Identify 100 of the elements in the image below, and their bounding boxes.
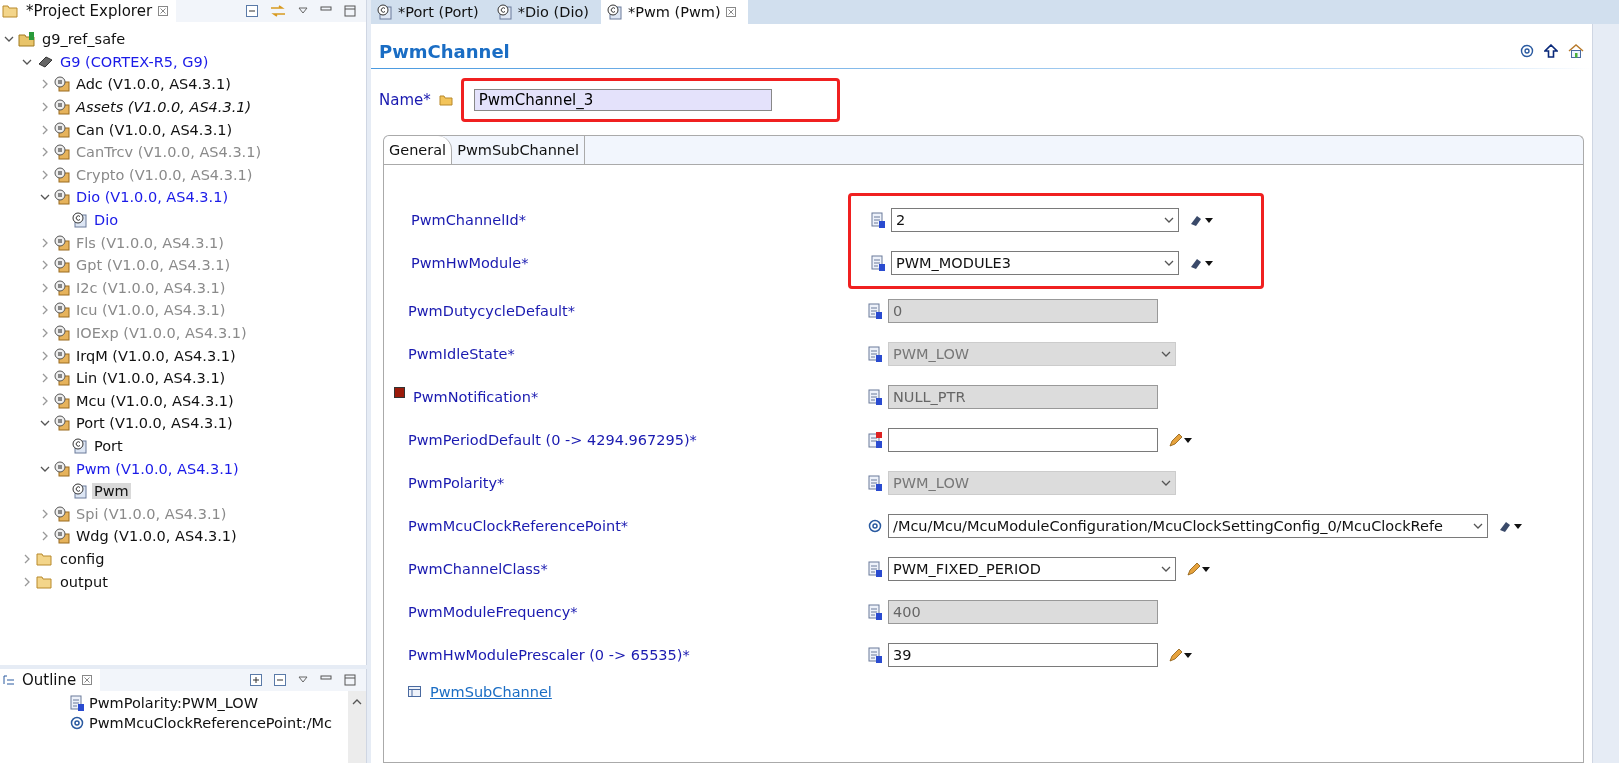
module-icon: [54, 76, 70, 93]
tree-item[interactable]: output: [58, 573, 110, 590]
module-icon: [54, 392, 70, 409]
up-arrow-icon[interactable]: [1544, 44, 1558, 58]
chevron-right-icon[interactable]: [40, 79, 50, 90]
reference-icon: [868, 518, 882, 533]
tree-item[interactable]: Mcu (V1.0.0, AS4.3.1): [74, 392, 236, 409]
tree-item[interactable]: Lin (V1.0.0, AS4.3.1): [74, 370, 228, 387]
outline-item[interactable]: PwmMcuClockReferencePoint:/Mc: [89, 715, 333, 731]
name-input[interactable]: PwmChannel_3: [473, 89, 772, 111]
chevron-right-icon[interactable]: [40, 395, 50, 406]
tree-item[interactable]: Port (V1.0.0, AS4.3.1): [74, 415, 235, 432]
subchannel-link[interactable]: PwmSubChannel: [430, 684, 552, 700]
dropdown-field[interactable]: 2: [891, 207, 1179, 232]
chevron-right-icon[interactable]: [40, 373, 50, 384]
scrollbar[interactable]: [348, 691, 366, 763]
view-tab[interactable]: Outline: [0, 669, 101, 691]
config-file-icon: [377, 4, 393, 20]
dropdown-field[interactable]: /Mcu/Mcu/McuModuleConfiguration/McuClockSettingConfig_0/McuClockRefe: [888, 513, 1488, 538]
number-parameter-icon: [868, 560, 882, 577]
editor-tab[interactable]: *Port (Port): [371, 0, 491, 24]
parameter-label: PwmDutycycleDefault*: [408, 302, 576, 319]
pencil-dropdown-button[interactable]: [1168, 432, 1194, 447]
config-file-icon: [72, 438, 88, 454]
chevron-right-icon[interactable]: [22, 576, 32, 587]
tree-item[interactable]: g9_ref_safe: [40, 31, 128, 48]
chevron-right-icon[interactable]: [40, 350, 50, 361]
maximize-icon[interactable]: [344, 674, 356, 686]
link-arrows-icon[interactable]: [270, 5, 286, 17]
parameter-label: PwmModuleFrequency*: [408, 603, 578, 620]
number-parameter-icon: [871, 254, 885, 271]
module-icon: [54, 325, 70, 341]
module-icon: [54, 166, 70, 183]
config-file-icon: [496, 4, 513, 20]
module-icon: [54, 279, 70, 296]
module-icon: [54, 302, 70, 319]
error-parameter-icon: [868, 431, 882, 448]
tree-item[interactable]: Adc (V1.0.0, AS4.3.1): [74, 76, 233, 93]
form-tab[interactable]: PwmSubChannel: [452, 136, 585, 164]
view-menu-icon[interactable]: [298, 676, 308, 684]
tree-item[interactable]: config: [58, 550, 107, 567]
tree-item[interactable]: Pwm (V1.0.0, AS4.3.1): [74, 460, 241, 477]
close-icon[interactable]: [158, 6, 169, 16]
chevron-right-icon[interactable]: [22, 553, 32, 564]
parameter-label: PwmIdleState*: [408, 345, 515, 362]
tree-item[interactable]: Wdg (V1.0.0, AS4.3.1): [74, 528, 239, 545]
parameter-label: PwmChannelId*: [411, 211, 526, 228]
collapse-all-icon[interactable]: [274, 674, 286, 686]
view-menu-icon[interactable]: [298, 7, 308, 15]
module-icon: [54, 99, 70, 116]
table-icon: [408, 686, 422, 698]
module-icon: [54, 121, 70, 138]
parameter-label: PwmHwModulePrescaler (0 -> 65535)*: [408, 646, 690, 663]
tree-item[interactable]: Dio (V1.0.0, AS4.3.1): [74, 189, 231, 206]
reference-icon: [70, 716, 84, 730]
close-icon[interactable]: [725, 7, 736, 17]
maximize-icon[interactable]: [344, 5, 356, 17]
module-icon: [54, 347, 70, 364]
number-parameter-icon: [871, 211, 885, 228]
module-icon: [54, 257, 70, 274]
pencil-dropdown-button[interactable]: [1168, 647, 1194, 662]
scroll-up-icon[interactable]: [352, 699, 362, 705]
chevron-right-icon[interactable]: [40, 124, 50, 135]
tree-item[interactable]: Can (V1.0.0, AS4.3.1): [74, 121, 235, 138]
project-folder-icon: [18, 31, 36, 48]
pencil-dropdown-button[interactable]: [1186, 561, 1212, 576]
module-icon: [54, 460, 70, 477]
tree-item[interactable]: Dio: [92, 212, 121, 229]
outline-item[interactable]: PwmPolarity:PWM_LOW: [89, 695, 258, 711]
module-icon: [54, 370, 70, 387]
chip-icon: [36, 54, 54, 69]
module-icon: [54, 528, 70, 545]
expand-all-icon[interactable]: [250, 674, 262, 686]
close-icon[interactable]: [82, 675, 93, 685]
parameter-label: PwmPeriodDefault (0 -> 4294.967295)*: [408, 431, 697, 448]
editor-tab[interactable]: *Pwm (Pwm): [601, 0, 748, 24]
home-icon[interactable]: [1568, 43, 1584, 59]
tree-item[interactable]: Assets (V1.0.0, AS4.3.1): [74, 99, 254, 116]
dropdown-field[interactable]: PWM_MODULE3: [891, 250, 1179, 275]
tree-item[interactable]: Port: [92, 438, 125, 454]
tree-item[interactable]: G9 (CORTEX-R5, G9): [58, 53, 211, 70]
dropdown-field[interactable]: PWM_FIXED_PERIOD: [888, 556, 1176, 581]
tree-item[interactable]: IrqM (V1.0.0, AS4.3.1): [74, 347, 238, 364]
number-parameter-icon: [868, 474, 882, 491]
input-field[interactable]: 39: [888, 642, 1158, 667]
parameter-label: PwmPolarity*: [408, 474, 505, 491]
parameter-icon: [70, 695, 84, 711]
form-tab[interactable]: General: [384, 136, 453, 164]
module-icon: [54, 234, 70, 251]
parameter-label: PwmNotification*: [413, 388, 539, 405]
module-icon: [54, 415, 70, 432]
number-parameter-icon: [868, 603, 882, 620]
chevron-right-icon[interactable]: [40, 531, 50, 542]
tree-item[interactable]: Pwm: [92, 483, 131, 500]
editor-title: PwmChannel: [379, 40, 510, 62]
input-field[interactable]: [888, 427, 1158, 452]
collapse-all-icon[interactable]: [246, 5, 258, 17]
chevron-right-icon[interactable]: [40, 102, 50, 113]
editor-tab[interactable]: *Dio (Dio): [490, 0, 601, 24]
view-tab[interactable]: *Project Explorer: [0, 0, 177, 22]
